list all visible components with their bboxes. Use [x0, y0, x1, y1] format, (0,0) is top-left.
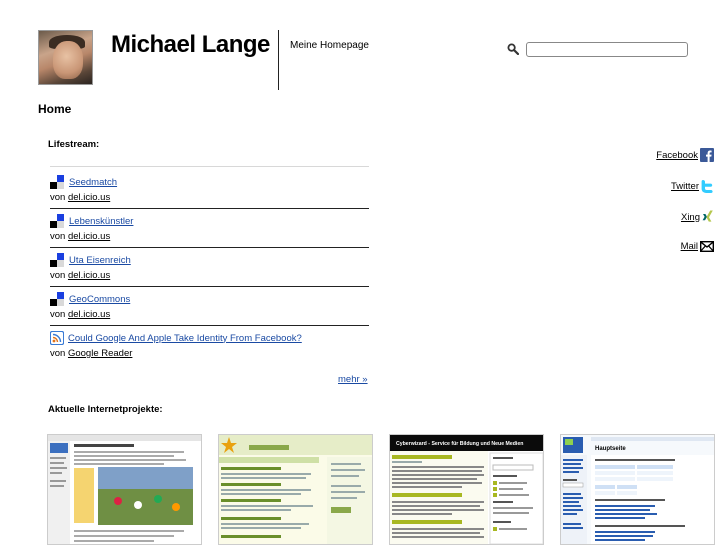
search-icon[interactable] — [507, 43, 519, 55]
twitter-link[interactable]: Twitter — [671, 181, 699, 192]
social-link-mail[interactable]: Mail — [681, 241, 714, 252]
source-link[interactable]: del.icio.us — [68, 309, 110, 320]
search-input[interactable] — [526, 42, 688, 57]
project-thumbnail-4[interactable]: Hauptseite — [560, 434, 715, 545]
delicious-icon — [50, 291, 65, 307]
list-item: Lebenskünstler von del.icio.us — [50, 209, 369, 248]
source-link[interactable]: del.icio.us — [68, 231, 110, 242]
source-link[interactable]: del.icio.us — [68, 270, 110, 281]
avatar — [38, 30, 93, 85]
lifestream-link[interactable]: GeoCommons — [69, 294, 130, 305]
thumbnail-banner-text: Cyberwizard - Service für Bildung und Ne… — [396, 441, 523, 447]
project-thumbnail-1[interactable] — [47, 434, 202, 545]
via-label: von — [50, 270, 66, 281]
via-label: von — [50, 192, 66, 203]
xing-icon — [702, 210, 713, 222]
via-label: von — [50, 309, 66, 320]
header-divider — [278, 30, 279, 90]
social-link-twitter[interactable]: Twitter — [671, 179, 714, 193]
twitter-icon — [701, 180, 713, 193]
thumbnail-image: Cyberwizard - Service für Bildung und Ne… — [390, 435, 543, 544]
list-item: Seedmatch von del.icio.us — [50, 170, 369, 209]
rss-icon — [50, 331, 64, 345]
via-label: von — [50, 348, 66, 359]
more-link[interactable]: mehr » — [338, 374, 368, 385]
source-link[interactable]: Google Reader — [68, 348, 132, 359]
delicious-icon — [50, 252, 65, 268]
mail-icon — [700, 241, 714, 252]
list-item: Could Google And Apple Take Identity Fro… — [50, 326, 369, 365]
xing-link[interactable]: Xing — [681, 212, 700, 223]
lifestream-heading: Lifestream: — [48, 139, 100, 150]
projects-heading: Aktuelle Internetprojekte: — [48, 404, 163, 415]
lifestream-link[interactable]: Seedmatch — [69, 177, 117, 188]
mail-link[interactable]: Mail — [681, 241, 698, 252]
lifestream-link[interactable]: Uta Eisenreich — [69, 255, 131, 266]
list-item: Uta Eisenreich von del.icio.us — [50, 248, 369, 287]
thumbnail-image — [219, 435, 372, 544]
site-title[interactable]: Michael Lange — [111, 31, 270, 59]
source-link[interactable]: del.icio.us — [68, 192, 110, 203]
thumbnail-image: Hauptseite — [561, 435, 714, 544]
delicious-icon — [50, 174, 65, 190]
lifestream-link[interactable]: Lebenskünstler — [69, 216, 133, 227]
facebook-link[interactable]: Facebook — [656, 150, 698, 161]
site-tagline: Meine Homepage — [290, 40, 369, 51]
list-item: GeoCommons von del.icio.us — [50, 287, 369, 326]
avatar-face — [53, 41, 83, 79]
lifestream-link[interactable]: Could Google And Apple Take Identity Fro… — [68, 333, 302, 344]
lifestream-top-rule — [50, 166, 369, 167]
social-link-facebook[interactable]: Facebook — [656, 148, 714, 162]
facebook-icon — [700, 148, 714, 162]
project-thumbnail-2[interactable] — [218, 434, 373, 545]
social-link-xing[interactable]: Xing — [681, 210, 714, 224]
thumbnail-banner-text: Hauptseite — [595, 446, 626, 452]
page-title: Home — [38, 102, 72, 116]
project-thumbnail-3[interactable]: Cyberwizard - Service für Bildung und Ne… — [389, 434, 544, 545]
via-label: von — [50, 231, 66, 242]
thumbnail-image — [48, 435, 201, 544]
delicious-icon — [50, 213, 65, 229]
